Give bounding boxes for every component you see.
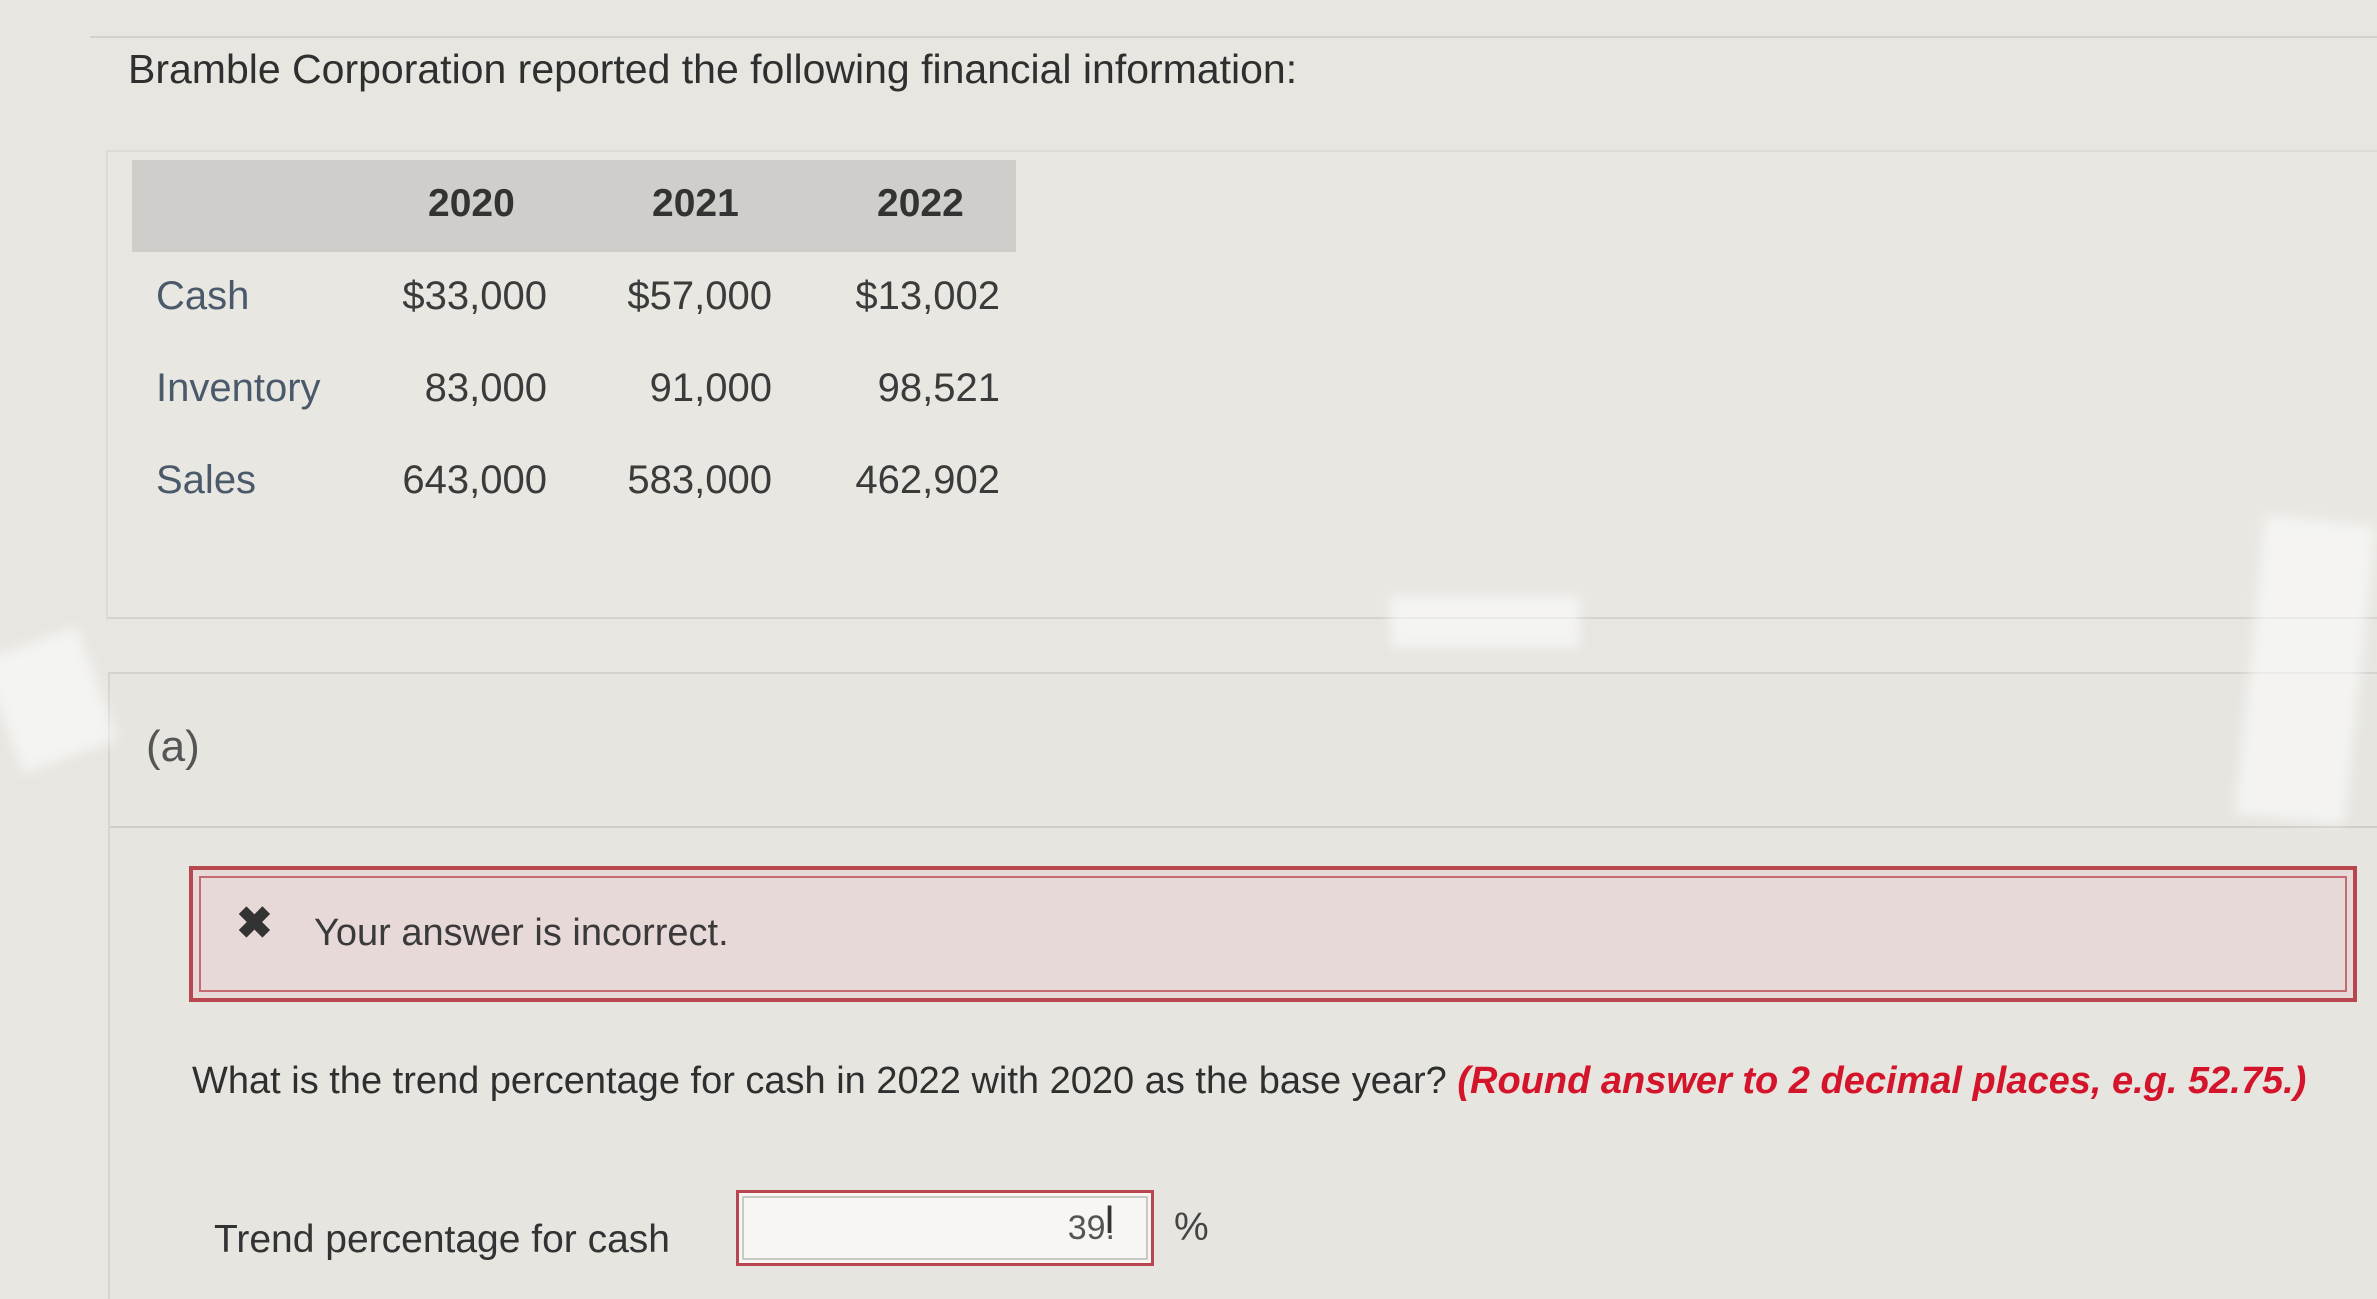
header-year-2020: 2020 (428, 182, 515, 225)
top-divider (90, 36, 2377, 38)
financial-table: 2020 2021 2022 Cash $33,000 $57,000 $13,… (132, 160, 1016, 528)
trend-percentage-input[interactable] (736, 1190, 1154, 1266)
cell-sales-2020: 643,000 (402, 458, 547, 502)
cell-inventory-2021: 91,000 (649, 366, 772, 410)
row-label-inventory: Inventory (156, 366, 321, 410)
part-divider (110, 826, 2377, 828)
cell-sales-2022: 462,902 (855, 458, 1000, 502)
table-row-sales: Sales 643,000 583,000 462,902 (132, 436, 1016, 528)
cell-cash-2022: $13,002 (855, 274, 1000, 318)
header-year-2021: 2021 (652, 182, 739, 225)
percent-unit: % (1174, 1206, 1209, 1249)
x-mark-icon: ✖ (236, 899, 273, 948)
cell-inventory-2020: 83,000 (424, 366, 547, 410)
header-year-2022: 2022 (877, 182, 964, 225)
question-text: What is the trend percentage for cash in… (192, 1060, 2306, 1103)
question-hint: (Round answer to 2 decimal places, e.g. … (1457, 1060, 2307, 1102)
cell-inventory-2022: 98,521 (877, 366, 1000, 410)
cell-sales-2021: 583,000 (627, 458, 772, 502)
table-row-cash: Cash $33,000 $57,000 $13,002 (132, 252, 1016, 344)
feedback-message: Your answer is incorrect. (314, 912, 729, 954)
cell-cash-2021: $57,000 (627, 274, 772, 318)
answer-label: Trend percentage for cash (214, 1218, 670, 1261)
table-row-inventory: Inventory 83,000 91,000 98,521 (132, 344, 1016, 436)
part-label: (a) (146, 722, 200, 771)
intro-text: Bramble Corporation reported the followi… (128, 46, 1298, 92)
row-label-sales: Sales (156, 458, 257, 502)
question-body: What is the trend percentage for cash in… (192, 1060, 1447, 1102)
screen-glare (1390, 596, 1580, 648)
table-header-row: 2020 2021 2022 (132, 160, 1016, 252)
cell-cash-2020: $33,000 (402, 274, 547, 318)
row-label-cash: Cash (156, 274, 250, 318)
screen-glare (0, 626, 118, 774)
